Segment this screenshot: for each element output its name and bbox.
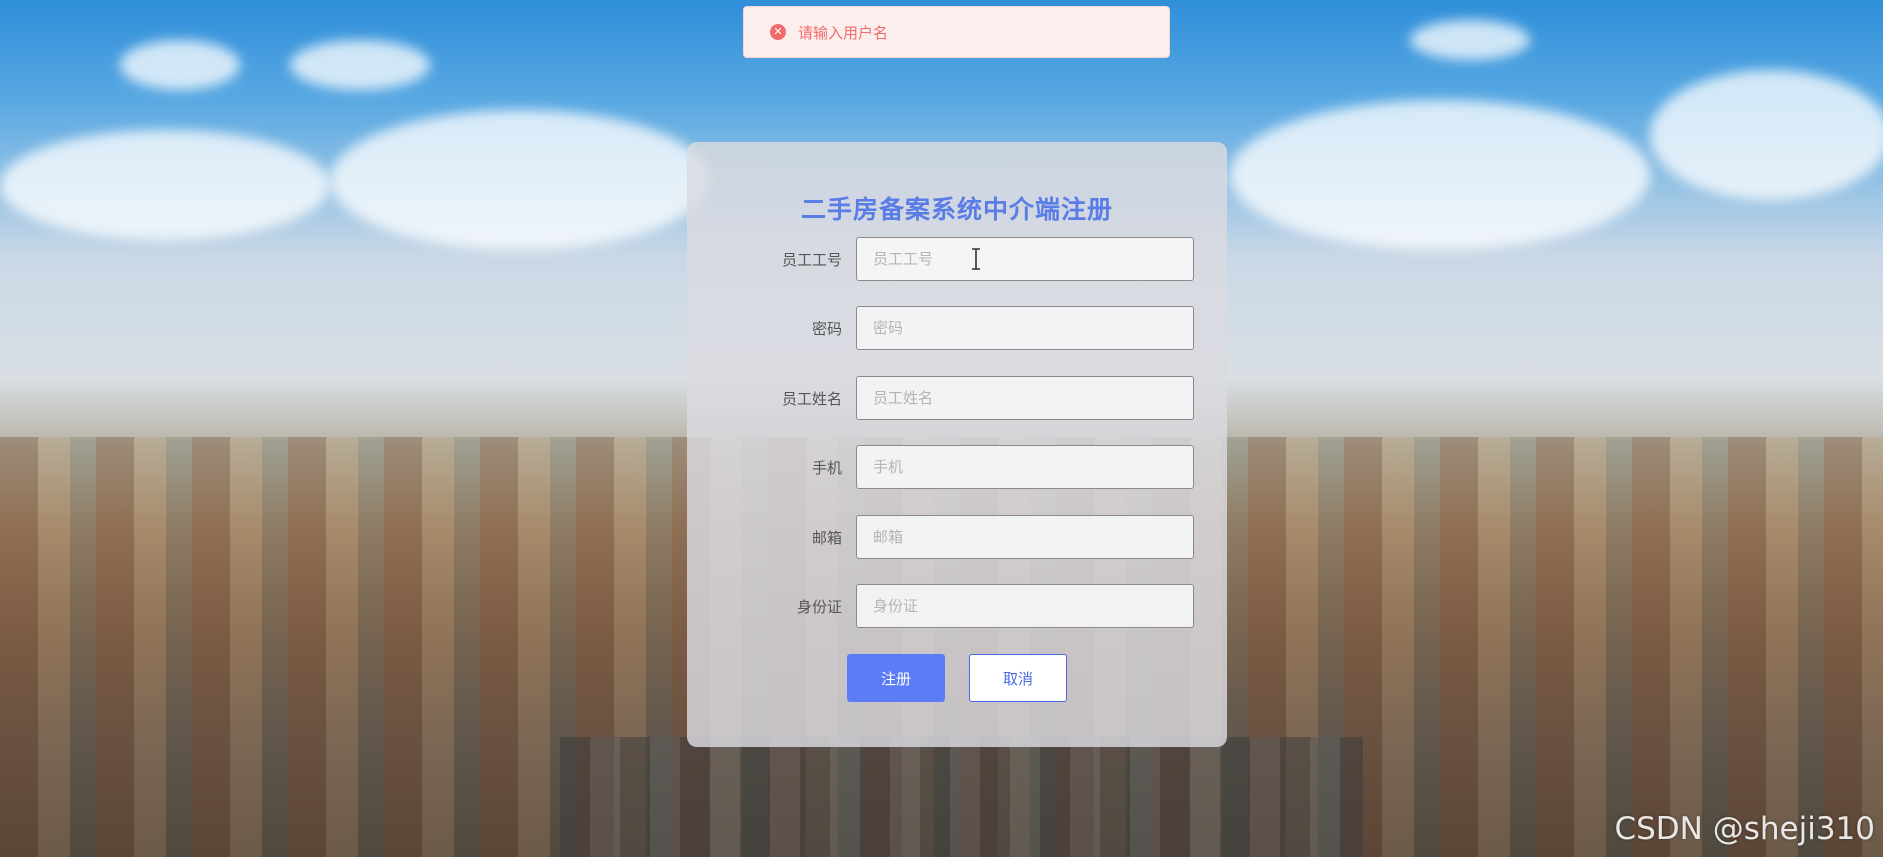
employee-name-row: 员工姓名	[687, 376, 1227, 422]
cancel-button[interactable]: 取消	[969, 654, 1067, 702]
email-label: 邮箱	[811, 529, 842, 547]
phone-input[interactable]	[856, 445, 1194, 489]
error-toast: ✕ 请输入用户名	[743, 6, 1170, 58]
text-cursor-icon	[972, 248, 980, 270]
id-card-input[interactable]	[856, 584, 1194, 628]
email-input[interactable]	[856, 515, 1194, 559]
email-row: 邮箱	[687, 515, 1227, 561]
employee-name-label: 员工姓名	[781, 390, 842, 408]
employee-id-row: 员工工号	[687, 237, 1227, 283]
register-button[interactable]: 注册	[847, 654, 945, 702]
password-label: 密码	[811, 320, 842, 338]
phone-label: 手机	[811, 459, 842, 477]
phone-row: 手机	[687, 445, 1227, 491]
register-panel: 二手房备案系统中介端注册 员工工号 密码 员工姓名 手机 邮箱 身份证 注册 取…	[687, 142, 1227, 747]
page-title: 二手房备案系统中介端注册	[800, 195, 1113, 224]
id-card-label: 身份证	[796, 598, 842, 616]
toast-message: 请输入用户名	[798, 23, 889, 42]
error-circle-icon: ✕	[770, 24, 786, 40]
password-input[interactable]	[856, 306, 1194, 350]
password-row: 密码	[687, 306, 1227, 352]
id-card-row: 身份证	[687, 584, 1227, 630]
watermark: CSDN @sheji310	[1614, 811, 1875, 847]
employee-id-label: 员工工号	[781, 251, 842, 269]
employee-id-input[interactable]	[856, 237, 1194, 281]
employee-name-input[interactable]	[856, 376, 1194, 420]
